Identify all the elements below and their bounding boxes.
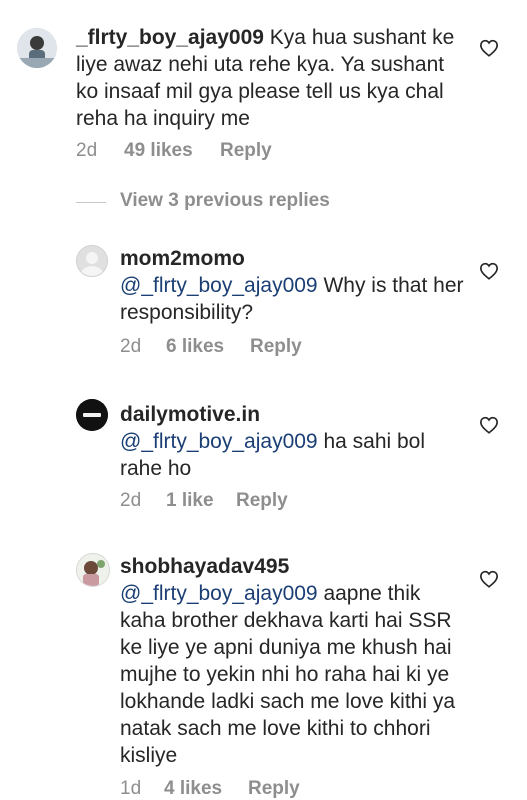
reply-button[interactable]: Reply	[236, 490, 288, 512]
reply-meta: 2d 6 likes Reply	[120, 336, 302, 358]
comment-text: _flrty_boy_ajay009 Kya hua sushant ke li…	[76, 24, 456, 132]
reply-button[interactable]: Reply	[220, 140, 272, 162]
reply-username[interactable]: shobhayadav495	[120, 553, 465, 580]
view-previous-replies-button[interactable]: View 3 previous replies	[120, 190, 330, 212]
reply-meta: 1d 4 likes Reply	[120, 778, 300, 800]
comment-time: 2d	[76, 140, 98, 161]
reply-text: mom2momo @_flrty_boy_ajay009 Why is that…	[120, 245, 465, 326]
reply-button[interactable]: Reply	[250, 336, 302, 358]
reply-time: 1d	[120, 778, 142, 799]
reply-button[interactable]: Reply	[248, 778, 300, 800]
mention-link[interactable]: @_flrty_boy_ajay009	[120, 582, 318, 605]
reply-likes[interactable]: 4 likes	[164, 778, 248, 800]
reply: dailymotive.in @_flrty_boy_ajay009 ha sa…	[0, 393, 527, 533]
mention-link[interactable]: @_flrty_boy_ajay009	[120, 274, 318, 297]
user-photo-icon	[77, 554, 109, 586]
reply-time: 2d	[120, 490, 142, 511]
user-photo-icon	[17, 28, 57, 68]
comment-username[interactable]: _flrty_boy_ajay009	[76, 26, 264, 49]
reply-meta: 2d 1 like Reply	[120, 490, 288, 512]
reply-time: 2d	[120, 336, 142, 357]
reply-username[interactable]: mom2momo	[120, 245, 465, 272]
mention-link[interactable]: @_flrty_boy_ajay009	[120, 430, 318, 453]
reply: shobhayadav495 @_flrty_boy_ajay009 aapne…	[0, 545, 527, 800]
avatar[interactable]	[76, 399, 108, 431]
comment-meta: 2d 49 likes Reply	[76, 140, 272, 162]
heart-icon[interactable]	[479, 570, 499, 588]
reply-body: aapne thik kaha brother dekhava karti ha…	[120, 582, 456, 767]
view-replies-divider	[76, 202, 106, 203]
brand-logo-icon	[76, 399, 108, 431]
avatar[interactable]	[17, 28, 57, 68]
heart-icon[interactable]	[479, 262, 499, 280]
default-avatar-icon	[77, 246, 107, 276]
reply-text: shobhayadav495 @_flrty_boy_ajay009 aapne…	[120, 553, 465, 769]
avatar[interactable]	[76, 245, 108, 277]
heart-icon[interactable]	[479, 416, 499, 434]
reply-likes[interactable]: 6 likes	[166, 336, 250, 358]
reply: mom2momo @_flrty_boy_ajay009 Why is that…	[0, 235, 527, 375]
reply-text: dailymotive.in @_flrty_boy_ajay009 ha sa…	[120, 401, 465, 482]
reply-likes[interactable]: 1 like	[166, 490, 236, 512]
avatar[interactable]	[76, 553, 110, 587]
reply-username[interactable]: dailymotive.in	[120, 401, 465, 428]
comment: _flrty_boy_ajay009 Kya hua sushant ke li…	[0, 0, 527, 175]
comment-likes[interactable]: 49 likes	[124, 140, 220, 162]
heart-icon[interactable]	[479, 39, 499, 57]
